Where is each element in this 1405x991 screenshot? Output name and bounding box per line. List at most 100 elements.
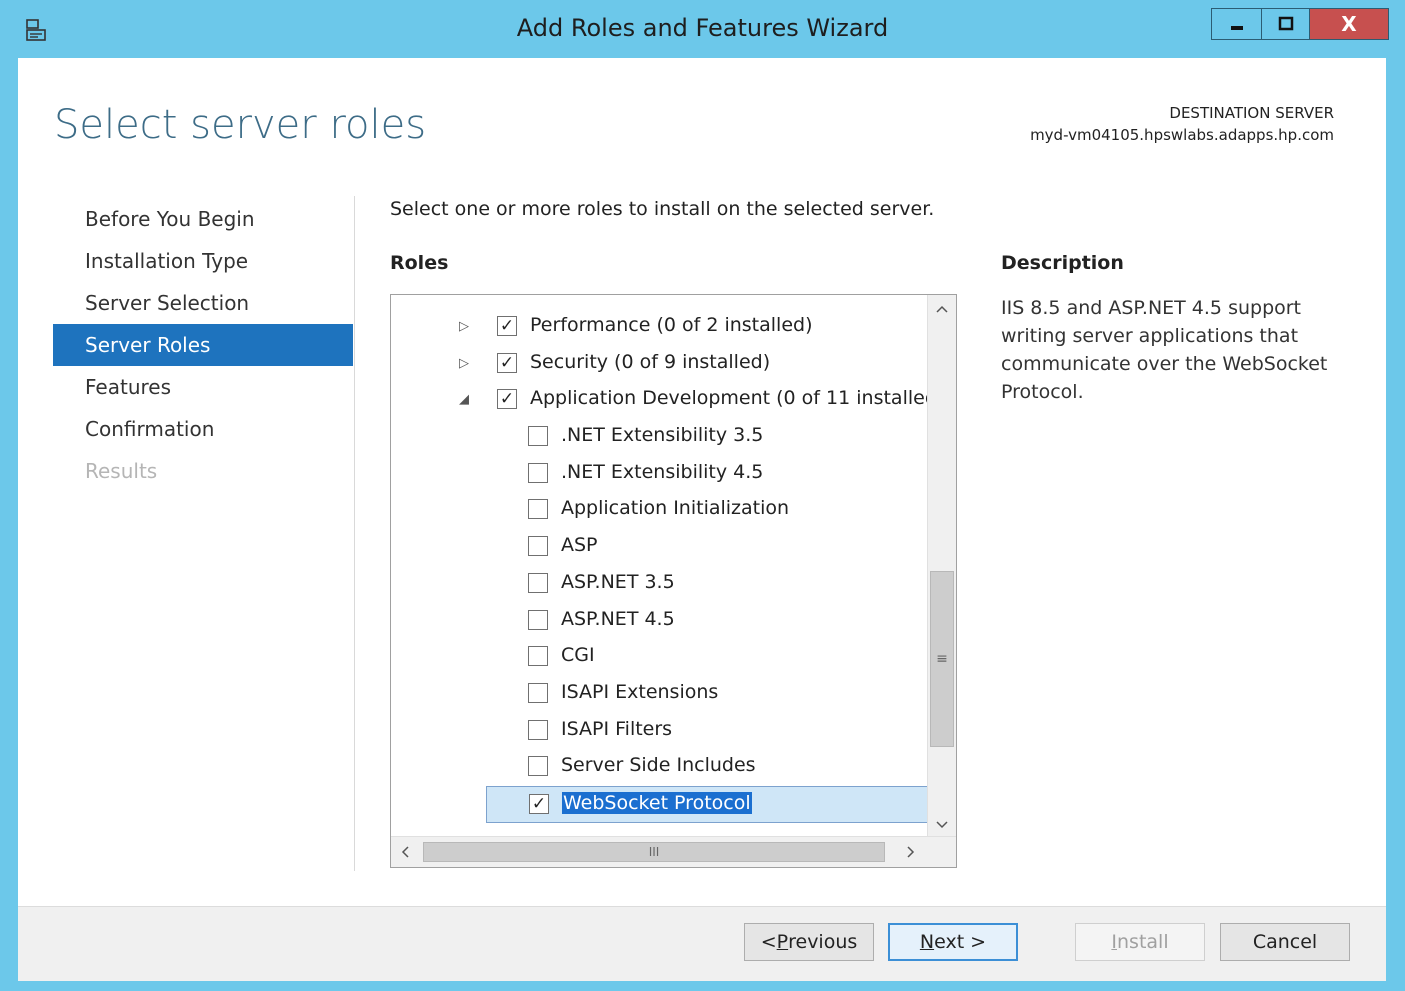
previous-rest: revious bbox=[788, 931, 858, 953]
page-title: Select server roles bbox=[54, 102, 427, 148]
checkmark-icon: ✓ bbox=[499, 352, 515, 373]
role-checkbox[interactable] bbox=[528, 499, 548, 520]
expand-arrow-icon[interactable]: ▷ bbox=[457, 356, 471, 372]
wizard-steps-nav: Before You Begin Installation Type Serve… bbox=[53, 198, 353, 492]
role-checkbox[interactable] bbox=[528, 719, 548, 740]
chevron-right-icon bbox=[907, 846, 915, 858]
install-rest: nstall bbox=[1117, 931, 1169, 953]
vertical-scrollbar[interactable]: ≡ bbox=[927, 295, 956, 839]
role-checkbox[interactable] bbox=[528, 572, 548, 593]
description-text: IIS 8.5 and ASP.NET 4.5 support writing … bbox=[1001, 297, 1328, 403]
cancel-button[interactable]: Cancel bbox=[1220, 923, 1350, 961]
role-checkbox[interactable] bbox=[528, 682, 548, 703]
role-checkbox[interactable] bbox=[528, 756, 548, 777]
chevron-down-icon bbox=[936, 821, 948, 829]
role-row[interactable]: .NET Extensibility 4.5 bbox=[391, 456, 928, 493]
role-label: .NET Extensibility 3.5 bbox=[561, 424, 764, 447]
scroll-left-button[interactable] bbox=[391, 837, 419, 867]
chevron-up-icon bbox=[936, 305, 948, 313]
install-button: Install bbox=[1075, 923, 1205, 961]
collapse-arrow-icon[interactable]: ◢ bbox=[457, 392, 471, 408]
role-checkbox[interactable]: ✓ bbox=[529, 793, 549, 814]
close-button[interactable]: X bbox=[1309, 8, 1389, 40]
scroll-right-button[interactable] bbox=[897, 837, 925, 867]
role-label: ISAPI Extensions bbox=[561, 680, 719, 703]
chevron-left-icon bbox=[401, 846, 409, 858]
role-checkbox[interactable] bbox=[528, 462, 548, 483]
wizard-body: Select server roles DESTINATION SERVER m… bbox=[18, 58, 1386, 981]
role-label: Application Initialization bbox=[561, 497, 790, 520]
scrollbar-corner bbox=[928, 837, 956, 867]
maximize-button[interactable] bbox=[1261, 8, 1309, 40]
roles-tree[interactable]: ▷ ✓ Performance (0 of 2 installed) ▷ ✓ Securi… bbox=[390, 294, 957, 868]
role-label: CGI bbox=[561, 644, 595, 667]
role-checkbox[interactable] bbox=[528, 646, 548, 667]
nav-item-confirmation[interactable]: Confirmation bbox=[53, 408, 353, 450]
role-row[interactable]: ✓ WebSocket Protocol bbox=[486, 785, 928, 823]
next-button[interactable]: Next > bbox=[888, 923, 1018, 961]
role-row[interactable]: ISAPI Filters bbox=[391, 713, 928, 750]
wizard-footer: < Previous Next > Install Cancel bbox=[18, 906, 1386, 981]
role-label: WebSocket Protocol bbox=[562, 791, 752, 814]
role-checkbox[interactable] bbox=[528, 536, 548, 557]
grip-icon: ≡ bbox=[936, 651, 948, 667]
minimize-button[interactable] bbox=[1211, 8, 1261, 40]
horizontal-scroll-thumb[interactable]: III bbox=[423, 842, 885, 862]
close-icon: X bbox=[1341, 12, 1357, 36]
role-label: ASP.NET 4.5 bbox=[561, 607, 675, 630]
nav-item-server-roles[interactable]: Server Roles bbox=[53, 324, 353, 366]
nav-item-before-you-begin[interactable]: Before You Begin bbox=[53, 198, 353, 240]
roles-list: ▷ ✓ Performance (0 of 2 installed) ▷ ✓ Securi… bbox=[391, 309, 944, 823]
role-label: Performance (0 of 2 installed) bbox=[530, 314, 813, 336]
nav-item-server-selection[interactable]: Server Selection bbox=[53, 282, 353, 324]
role-checkbox[interactable]: ✓ bbox=[497, 352, 517, 373]
role-label: Security (0 of 9 installed) bbox=[530, 350, 771, 373]
grip-icon: III bbox=[648, 845, 660, 859]
role-checkbox[interactable]: ✓ bbox=[497, 389, 517, 410]
role-row[interactable]: ASP.NET 3.5 bbox=[391, 566, 928, 603]
destination-server-name: myd-vm04105.hpswlabs.adapps.hp.com bbox=[1030, 126, 1334, 144]
nav-divider bbox=[354, 196, 355, 871]
horizontal-scrollbar[interactable]: III bbox=[391, 836, 956, 867]
role-row[interactable]: .NET Extensibility 3.5 bbox=[391, 419, 928, 456]
role-label: ASP.NET 3.5 bbox=[561, 570, 675, 593]
nav-item-results: Results bbox=[85, 459, 158, 483]
title-bar: Add Roles and Features Wizard X bbox=[0, 0, 1405, 58]
window-controls: X bbox=[1211, 8, 1389, 42]
role-row[interactable]: ▷ ✓ Performance (0 of 2 installed) bbox=[391, 309, 928, 346]
checkmark-icon: ✓ bbox=[499, 389, 515, 410]
checkmark-icon: ✓ bbox=[531, 793, 547, 814]
scroll-down-button[interactable] bbox=[928, 811, 956, 839]
role-label: .NET Extensibility 4.5 bbox=[561, 460, 764, 483]
role-checkbox[interactable]: ✓ bbox=[497, 316, 517, 336]
vertical-scroll-thumb[interactable]: ≡ bbox=[930, 571, 954, 747]
previous-mnemonic: P bbox=[776, 931, 789, 953]
previous-button[interactable]: < Previous bbox=[744, 923, 874, 961]
next-mnemonic: N bbox=[919, 931, 935, 953]
role-row[interactable]: ◢ ✓ Application Development (0 of 11 insta… bbox=[391, 382, 944, 419]
previous-prefix: < bbox=[760, 931, 777, 953]
role-row[interactable]: CGI bbox=[391, 639, 928, 676]
role-label: ISAPI Filters bbox=[561, 717, 673, 740]
role-row[interactable]: Application Initialization bbox=[391, 492, 928, 529]
role-label: Server Side Includes bbox=[561, 754, 756, 777]
role-row[interactable]: ISAPI Extensions bbox=[391, 676, 928, 713]
role-checkbox[interactable] bbox=[528, 426, 548, 447]
nav-item-installation-type[interactable]: Installation Type bbox=[53, 240, 353, 282]
maximize-icon bbox=[1278, 16, 1293, 31]
role-row[interactable]: ASP bbox=[391, 529, 928, 566]
window-title: Add Roles and Features Wizard bbox=[516, 14, 889, 42]
destination-server-label: DESTINATION SERVER bbox=[1169, 104, 1334, 122]
role-checkbox[interactable] bbox=[528, 609, 548, 630]
role-label: Application Development (0 of 11 install… bbox=[530, 387, 945, 410]
role-label: ASP bbox=[561, 534, 598, 557]
scroll-up-button[interactable] bbox=[928, 295, 956, 323]
expand-arrow-icon[interactable]: ▷ bbox=[457, 319, 471, 335]
role-row[interactable]: Server Side Includes bbox=[391, 749, 928, 786]
minimize-icon bbox=[1230, 26, 1243, 30]
role-row[interactable]: ▷ ✓ Security (0 of 9 installed) bbox=[391, 346, 928, 383]
description-heading: Description bbox=[1001, 252, 1124, 274]
next-rest: ext > bbox=[934, 931, 987, 953]
nav-item-features[interactable]: Features bbox=[53, 366, 353, 408]
role-row[interactable]: ASP.NET 4.5 bbox=[391, 603, 928, 640]
